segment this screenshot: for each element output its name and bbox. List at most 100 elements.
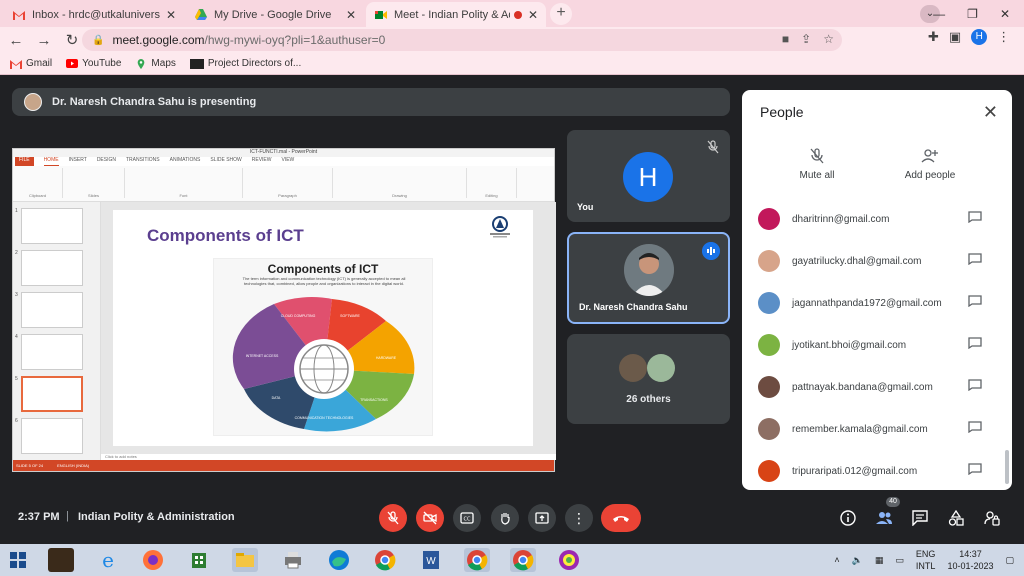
more-options-button[interactable]: ⋮ [565, 504, 593, 532]
activities-button[interactable] [946, 508, 966, 528]
firefox-icon[interactable] [140, 548, 166, 572]
menu-kebab-icon[interactable]: ⋮ [997, 29, 1010, 45]
windows-taskbar: e W ˄ 🔈 ▦ ▭ ENG INTL 14:37 10-01-2023 ▢ [0, 544, 1024, 576]
list-item[interactable]: pattnayak.bandana@gmail.com [742, 366, 1004, 408]
ppt-tab: FILE [15, 157, 34, 166]
chat-bubble-icon[interactable] [968, 295, 982, 307]
bookmark-project-directors[interactable]: Project Directors of... [189, 58, 301, 69]
network-icon[interactable]: ▦ [875, 555, 884, 566]
ppt-tab: INSERT [68, 157, 87, 163]
ppt-ribbon-tabs: FILE HOME INSERT DESIGN TRANSITIONS ANIM… [13, 157, 554, 166]
svg-text:CC: CC [464, 517, 471, 523]
gmail-icon [10, 59, 22, 69]
list-item[interactable]: remember.kamala@gmail.com [742, 408, 1004, 450]
participant-tile-presenter[interactable]: Dr. Naresh Chandra Sahu [567, 232, 730, 324]
chrome-profile-icon[interactable] [510, 548, 536, 572]
current-slide: Components of ICT Components of ICT The … [113, 210, 533, 446]
list-item[interactable]: jagannathpanda1972@gmail.com [742, 282, 1004, 324]
maps-pin-icon [138, 58, 145, 69]
meeting-time: 2:37 PM [18, 511, 60, 523]
reload-icon[interactable]: ↻ [60, 31, 84, 49]
leave-call-button[interactable] [601, 504, 641, 532]
tab-drive[interactable]: My Drive - Google Drive ✕ [186, 2, 364, 27]
add-people-button[interactable]: Add people [885, 148, 975, 181]
back-arrow-icon[interactable]: ← [4, 32, 28, 49]
slide-thumbnail [21, 208, 83, 244]
chrome-profile-icon[interactable] [464, 548, 490, 572]
bookmark-star-icon[interactable]: ☆ [823, 32, 834, 46]
captions-button[interactable]: CC [453, 504, 481, 532]
participant-tile-others[interactable]: 26 others [567, 334, 730, 424]
bookmark-youtube[interactable]: YouTube [66, 58, 121, 69]
word-icon[interactable]: W [418, 548, 444, 572]
presenter-photo [624, 244, 674, 296]
restore-icon[interactable]: ❐ [967, 7, 978, 21]
profile-avatar[interactable]: H [971, 29, 988, 45]
input-language[interactable]: ENG INTL [916, 548, 936, 572]
internet-explorer-icon[interactable]: e [95, 548, 121, 572]
windows-start-icon[interactable] [10, 552, 26, 568]
extensions-puzzle-icon[interactable]: ✚ [928, 29, 939, 45]
minimize-icon[interactable]: — [933, 7, 945, 21]
browser-toolbar: ← → ↻ 🔒 meet.google.com/hwg-mywi-oyq?pli… [0, 27, 1024, 53]
scrollbar[interactable] [1005, 450, 1009, 484]
present-screen-button[interactable] [528, 504, 556, 532]
host-controls-button[interactable] [982, 508, 1002, 528]
microphone-toggle-button[interactable] [379, 504, 407, 532]
app-icon[interactable] [48, 548, 74, 572]
file-explorer-icon[interactable] [232, 548, 258, 572]
side-panel-icon[interactable]: ▣ [949, 29, 961, 45]
tab-title: Meet - Indian Polity & Admi [394, 8, 510, 21]
bookmark-maps[interactable]: Maps [135, 58, 176, 69]
address-bar[interactable]: 🔒 meet.google.com/hwg-mywi-oyq?pli=1&aut… [82, 29, 842, 51]
avatar [758, 460, 780, 482]
share-icon[interactable]: ⇪ [801, 32, 811, 46]
chrome-icon[interactable] [372, 548, 398, 572]
meeting-info-button[interactable] [838, 508, 858, 528]
notifications-icon[interactable]: ▢ [1005, 555, 1014, 566]
camera-icon[interactable]: ■ [782, 32, 789, 46]
forward-arrow-icon[interactable]: → [32, 32, 56, 49]
speaker-icon[interactable]: 🔈 [852, 555, 863, 566]
chat-bubble-icon[interactable] [968, 211, 982, 223]
close-icon[interactable]: ✕ [346, 8, 356, 22]
list-item[interactable]: tripuraripati.012@gmail.com [742, 450, 1004, 490]
edge-icon[interactable] [326, 548, 352, 572]
close-icon[interactable]: ✕ [983, 102, 998, 123]
tab-gmail[interactable]: Inbox - hrdc@utkaluniversity.ac.i ✕ [4, 2, 184, 27]
ppt-group: Font [125, 168, 243, 198]
chat-bubble-icon[interactable] [968, 421, 982, 433]
tab-title: Inbox - hrdc@utkaluniversity.ac.i [32, 8, 160, 21]
battery-icon[interactable]: ▭ [895, 555, 904, 566]
chat-button[interactable] [910, 508, 930, 528]
participant-tile-you[interactable]: H You [567, 130, 730, 222]
bookmark-gmail[interactable]: Gmail [10, 58, 52, 69]
people-button[interactable] [874, 508, 894, 528]
close-icon[interactable]: ✕ [528, 8, 538, 22]
chat-bubble-icon[interactable] [968, 379, 982, 391]
list-item[interactable]: jyotikant.bhoi@gmail.com [742, 324, 1004, 366]
photos-icon[interactable] [556, 548, 582, 572]
camera-toggle-button[interactable] [416, 504, 444, 532]
tab-meet[interactable]: Meet - Indian Polity & Admi ✕ [366, 2, 546, 27]
ppt-group: Clipboard [13, 168, 63, 198]
printer-icon[interactable] [280, 548, 306, 572]
tray-expand-icon[interactable]: ˄ [834, 555, 839, 565]
raise-hand-button[interactable] [491, 504, 519, 532]
list-item[interactable]: gayatrilucky.dhal@gmail.com [742, 240, 1004, 282]
close-window-icon[interactable]: ✕ [1000, 7, 1010, 21]
store-icon[interactable] [186, 548, 212, 572]
slide-thumbnail [21, 334, 83, 370]
chat-bubble-icon[interactable] [968, 253, 982, 265]
ppt-tab: SLIDE SHOW [210, 157, 242, 163]
system-clock[interactable]: 14:37 10-01-2023 [947, 548, 993, 572]
new-tab-button[interactable]: + [550, 3, 572, 25]
chat-bubble-icon[interactable] [968, 463, 982, 475]
avatar [758, 250, 780, 272]
close-icon[interactable]: ✕ [166, 8, 176, 22]
tile-name: You [577, 202, 594, 212]
list-item[interactable]: dharitrinn@gmail.com [742, 198, 1004, 240]
chat-bubble-icon[interactable] [968, 337, 982, 349]
mute-all-button[interactable]: Mute all [772, 148, 862, 181]
ppt-tab: DESIGN [96, 157, 116, 163]
